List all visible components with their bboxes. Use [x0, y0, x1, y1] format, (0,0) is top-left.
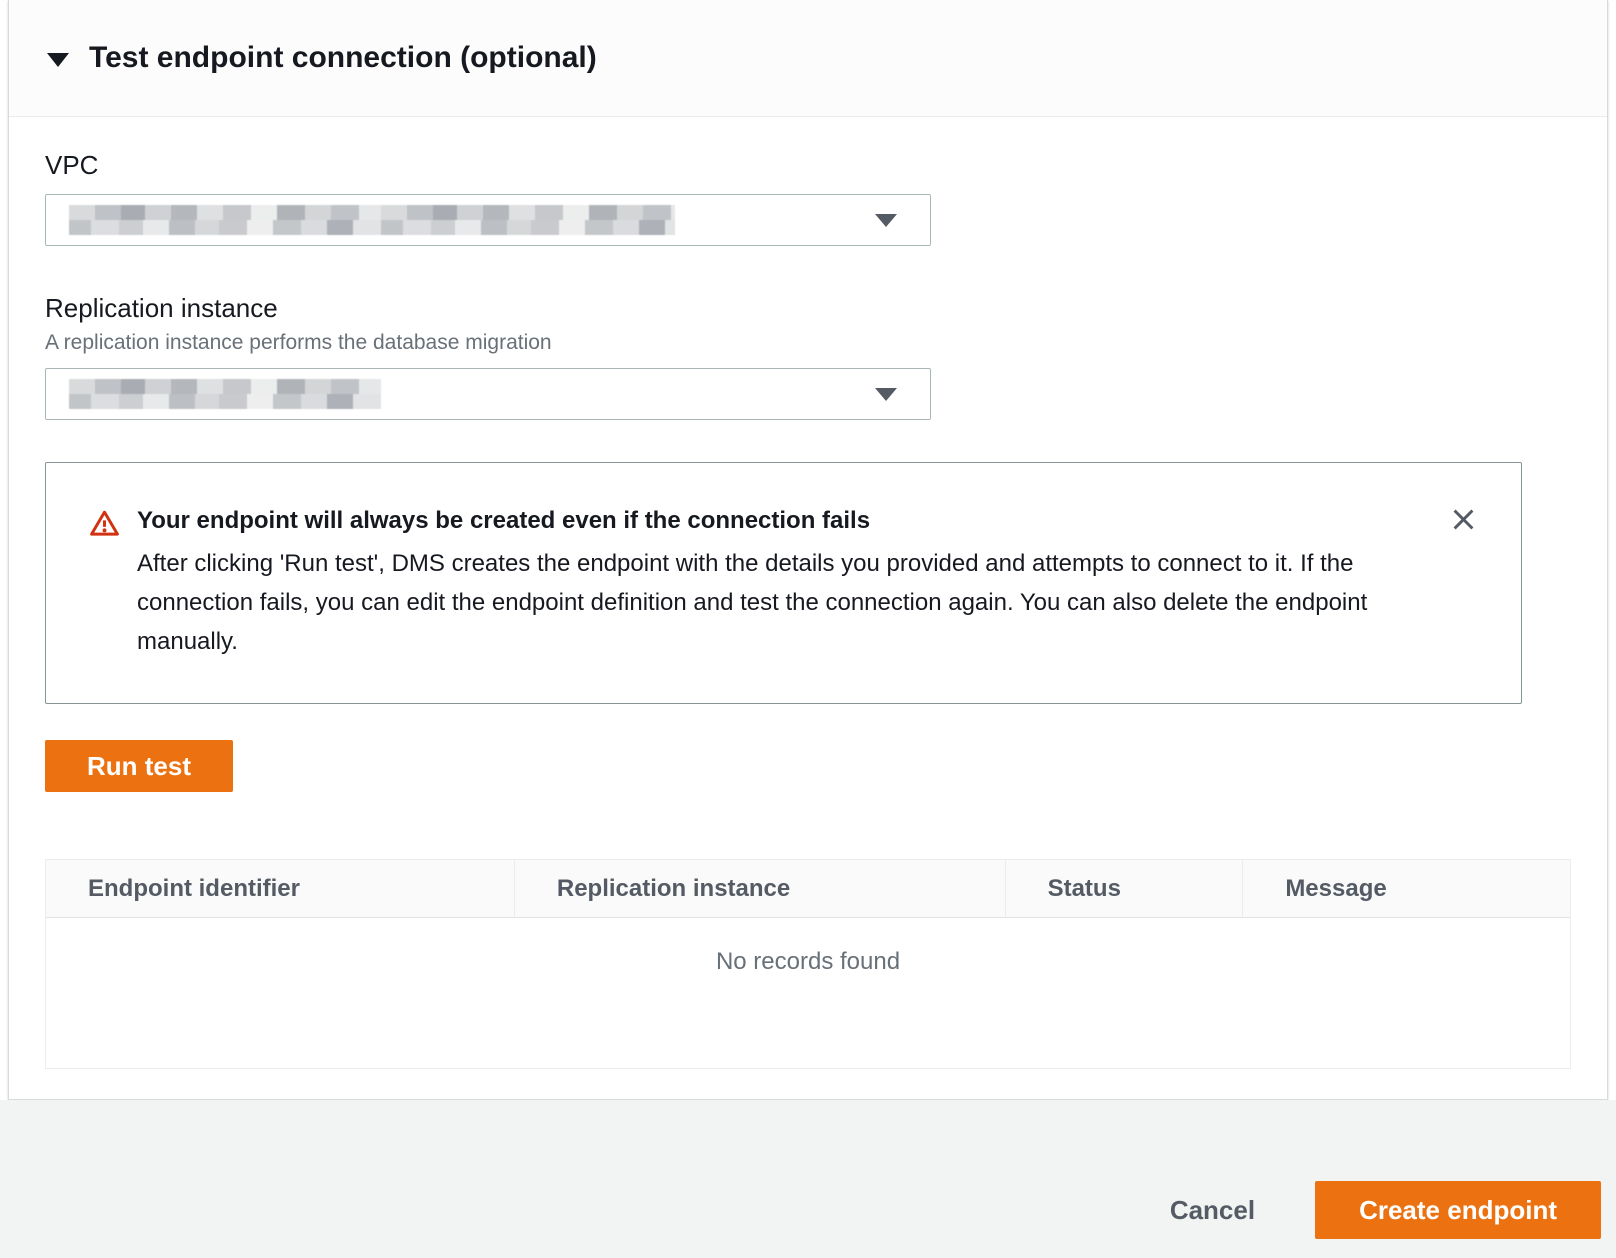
table-body: No records found	[46, 918, 1570, 1068]
table-header-endpoint-identifier: Endpoint identifier	[46, 860, 514, 917]
table-header-message: Message	[1242, 860, 1570, 917]
warning-text-block: Your endpoint will always be created eve…	[137, 507, 1411, 661]
connection-results-table: Endpoint identifier Replication instance…	[45, 859, 1571, 1069]
replication-instance-help-text: A replication instance performs the data…	[45, 331, 1571, 355]
warning-triangle-icon	[89, 508, 120, 544]
cancel-button[interactable]: Cancel	[1160, 1195, 1265, 1226]
run-test-button[interactable]: Run test	[45, 740, 233, 792]
vpc-dropdown-caret-icon	[875, 214, 897, 227]
table-header-status: Status	[1005, 860, 1243, 917]
replication-instance-dropdown-caret-icon	[875, 388, 897, 401]
warning-close-icon[interactable]	[1449, 505, 1477, 533]
create-endpoint-button[interactable]: Create endpoint	[1315, 1181, 1601, 1239]
vpc-select-value-redacted	[69, 205, 675, 235]
warning-body: After clicking 'Run test', DMS creates t…	[137, 544, 1411, 661]
warning-title: Your endpoint will always be created eve…	[137, 507, 1411, 535]
vpc-label: VPC	[45, 150, 1571, 181]
replication-instance-value-redacted	[69, 379, 381, 409]
empty-state-text: No records found	[46, 918, 1570, 976]
section-title: Test endpoint connection (optional)	[89, 41, 597, 75]
section-content: VPC Replication instance A replication i…	[9, 150, 1607, 1069]
section-collapse-caret-icon	[47, 53, 69, 67]
section-header-toggle[interactable]: Test endpoint connection (optional)	[9, 0, 1607, 117]
warning-alert: Your endpoint will always be created eve…	[45, 462, 1522, 704]
replication-instance-label: Replication instance	[45, 293, 1571, 324]
vpc-select[interactable]	[45, 194, 931, 246]
table-header-row: Endpoint identifier Replication instance…	[46, 860, 1570, 918]
table-header-replication-instance: Replication instance	[514, 860, 1005, 917]
footer-action-bar: Cancel Create endpoint	[0, 1100, 1616, 1258]
replication-instance-select[interactable]	[45, 368, 931, 420]
test-endpoint-connection-card: Test endpoint connection (optional) VPC …	[8, 0, 1608, 1100]
